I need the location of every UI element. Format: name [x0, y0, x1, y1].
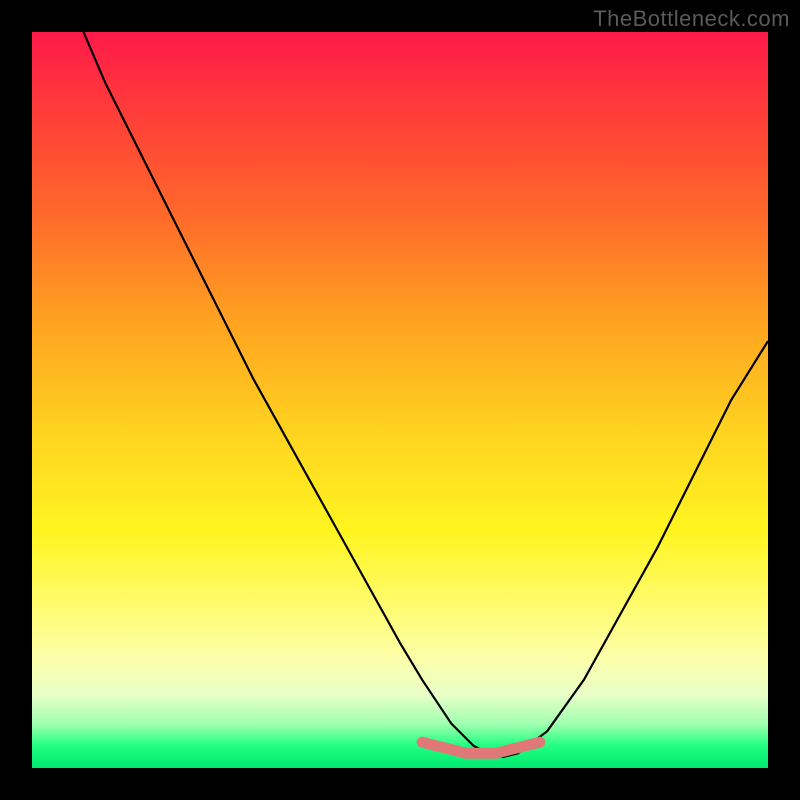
highlight-pink — [422, 742, 540, 753]
highlight-pink-group — [422, 742, 540, 753]
curve-black-group — [84, 32, 769, 757]
chart-container: TheBottleneck.com — [0, 0, 800, 800]
curve-black — [84, 32, 769, 757]
chart-svg — [32, 32, 768, 768]
watermark-text: TheBottleneck.com — [593, 6, 790, 32]
